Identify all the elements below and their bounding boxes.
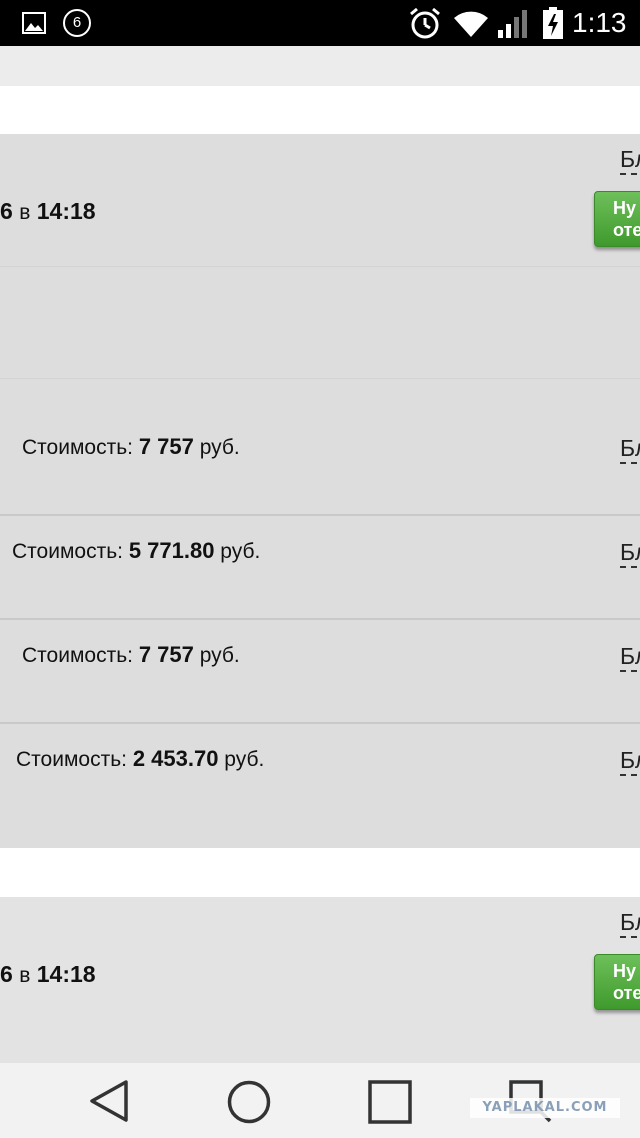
order-date: 6 в 14:18: [0, 961, 96, 987]
row-divider: [0, 618, 640, 620]
watermark: YAPLAKAL.COM: [470, 1098, 620, 1118]
notification-count-badge: 6: [63, 9, 91, 37]
row-divider: [0, 514, 640, 516]
spacer: [0, 848, 640, 897]
wifi-icon: [454, 11, 488, 37]
alarm-icon: [410, 7, 440, 39]
action-button[interactable]: Ну оте: [594, 191, 640, 247]
order-date: 6 в 14:18: [0, 198, 96, 224]
item-link[interactable]: Бл: [620, 436, 640, 464]
item-cost: Стоимость: 5 771.80 руб.: [12, 538, 261, 563]
signal-icon: [498, 10, 527, 38]
back-icon[interactable]: [88, 1079, 130, 1123]
order-link[interactable]: Бл: [620, 147, 640, 175]
gallery-icon: [22, 12, 46, 34]
row-divider: [0, 722, 640, 724]
item-cost: Стоимость: 7 757 руб.: [22, 642, 240, 667]
spacer: [0, 86, 640, 134]
home-icon[interactable]: [226, 1079, 272, 1125]
recent-apps-icon[interactable]: [367, 1079, 413, 1125]
item-link[interactable]: Бл: [620, 540, 640, 568]
battery-icon: [543, 7, 563, 39]
item-cost: Стоимость: 7 757 руб.: [22, 434, 240, 459]
action-button[interactable]: Ну оте: [594, 954, 640, 1010]
status-bar: 6 1:13: [0, 0, 640, 46]
header-strip: [0, 46, 640, 86]
order-link[interactable]: Бл: [620, 910, 640, 938]
item-link[interactable]: Бл: [620, 644, 640, 672]
item-cost: Стоимость: 2 453.70 руб.: [16, 746, 265, 771]
clock-time: 1:13: [572, 7, 627, 38]
order-card: 6 в 14:18 Бл Ну оте: [0, 897, 640, 1063]
divider: [0, 266, 640, 267]
order-card: 6 в 14:18 Бл Ну оте Стоимость: 7 757 руб…: [0, 134, 640, 848]
item-link[interactable]: Бл: [620, 748, 640, 776]
divider: [0, 378, 640, 379]
